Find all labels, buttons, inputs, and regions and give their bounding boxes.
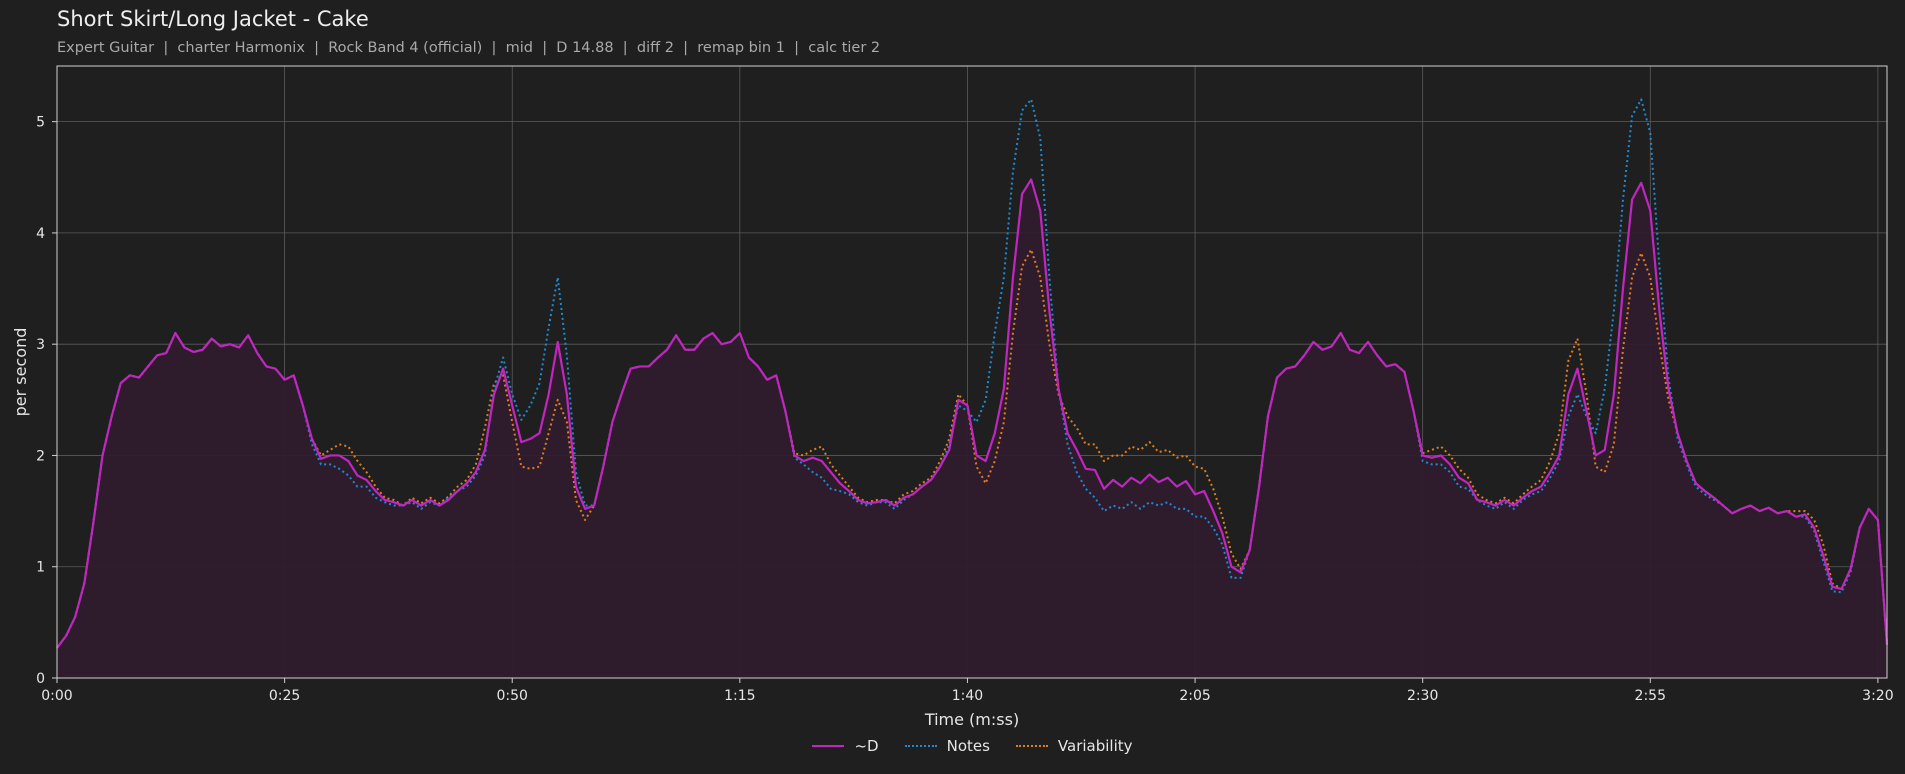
legend-label: ~D: [854, 737, 879, 755]
y-tick-label: 5: [36, 115, 45, 131]
legend-swatch: [812, 745, 845, 747]
legend-swatch: [1015, 745, 1048, 747]
x-tick-label: 3:20: [1862, 688, 1893, 704]
x-tick-label: 2:55: [1635, 688, 1666, 704]
legend-label: Notes: [946, 737, 990, 755]
legend-swatch: [904, 745, 937, 747]
x-tick-label: 2:05: [1179, 688, 1210, 704]
y-tick-label: 0: [36, 671, 45, 687]
y-tick-label: 3: [36, 337, 45, 353]
y-axis-label: per second: [11, 328, 30, 417]
y-tick-label: 2: [36, 448, 45, 464]
x-tick-label: 0:50: [496, 688, 527, 704]
legend-item: Notes: [904, 737, 990, 755]
x-tick-label: 1:40: [952, 688, 983, 704]
chart-plot: 0:00 0:25 0:50 1:15 1:40 2:05 2:30 2:55 3:20 0 1 2 3…: [11, 65, 1894, 729]
legend-item: ~D: [812, 737, 879, 755]
y-tick-label: 4: [36, 226, 45, 242]
legend-item: Variability: [1015, 737, 1133, 755]
x-axis-label: Time (m:ss): [924, 710, 1019, 729]
y-tick-label: 1: [36, 560, 45, 576]
x-tick-label: 0:25: [269, 688, 300, 704]
legend-label: Variability: [1057, 737, 1133, 755]
legend: ~D Notes Variability: [0, 737, 1905, 755]
x-tick-label: 2:30: [1407, 688, 1438, 704]
x-tick-label: 1:15: [724, 688, 755, 704]
x-tick-label: 0:00: [41, 688, 72, 704]
